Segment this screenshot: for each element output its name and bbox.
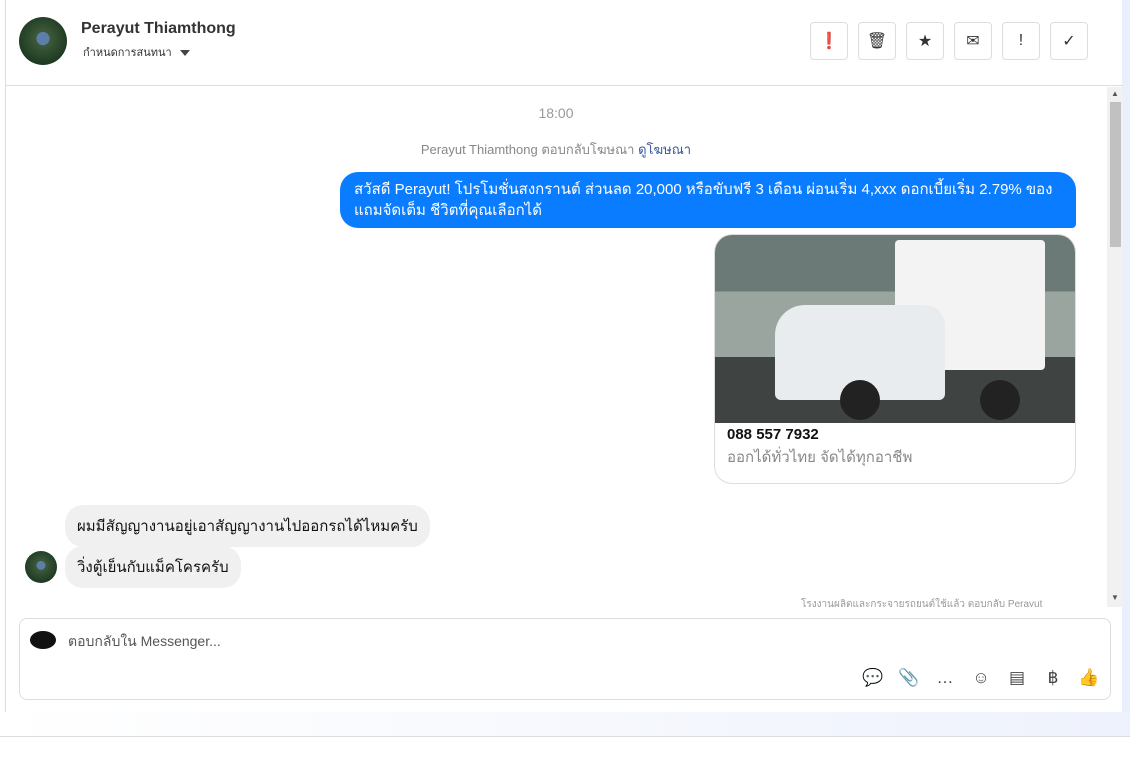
truck-image: [715, 235, 1075, 423]
incoming-message: วิ่งตู้เย็นกับแม็คโครครับ: [65, 546, 241, 588]
mail-button[interactable]: ✉: [954, 22, 992, 60]
conversation-panel: Perayut Thiamthong กำหนดการสนทนา ❗ 🗑 ★ ✉! ✓ …: [5, 0, 1123, 712]
message-thread: 18:00 Perayut Thiamthong ตอบกลับโฆษณา ดู…: [6, 87, 1123, 607]
chat-bubble-icon[interactable]: …: [934, 667, 956, 689]
attachment-icon[interactable]: 📎: [898, 667, 920, 689]
check-icon: ✓: [1062, 33, 1076, 50]
thumbs-up-icon[interactable]: 👍: [1078, 667, 1100, 689]
composer: 💬 📎 … ☺ ▤ ฿ 👍: [19, 618, 1111, 700]
spam-icon: ❗: [819, 33, 839, 50]
trash-button[interactable]: 🗑: [858, 22, 896, 60]
mail-icon: ✉: [966, 33, 980, 50]
star-icon: ★: [917, 33, 933, 50]
ad-reply-notice: Perayut Thiamthong ตอบกลับโฆษณา ดูโฆษณา: [6, 139, 1106, 160]
catalog-icon[interactable]: ▤: [1006, 667, 1028, 689]
card-phone: 088 557 7932: [727, 426, 819, 443]
spam-button[interactable]: ❗: [810, 22, 848, 60]
important-icon: !: [1018, 32, 1024, 49]
saved-reply-icon[interactable]: 💬: [862, 667, 884, 689]
toolbar: ❗ 🗑 ★ ✉! ✓: [810, 22, 1088, 60]
check-button[interactable]: ✓: [1050, 22, 1088, 60]
page-logo: [30, 631, 56, 649]
message-input[interactable]: [68, 633, 768, 649]
scroll-up-icon[interactable]: ▲: [1111, 89, 1119, 98]
outgoing-message: สวัสดี Perayut! โปรโมชั่นสงกรานต์ ส่วนลด…: [340, 172, 1076, 228]
view-ad-link[interactable]: ดูโฆษณา: [638, 142, 691, 157]
baht-icon[interactable]: ฿: [1042, 667, 1064, 689]
scrollbar-thumb[interactable]: [1110, 102, 1121, 247]
conversation-header: Perayut Thiamthong กำหนดการสนทนา ❗ 🗑 ★ ✉! ✓: [6, 0, 1123, 86]
caret-down-icon: [179, 50, 190, 57]
trash-icon: 🗑: [866, 33, 888, 50]
composer-actions: 💬 📎 … ☺ ▤ ฿ 👍: [862, 667, 1100, 689]
timestamp: 18:00: [538, 105, 574, 121]
important-button[interactable]: !: [1002, 22, 1040, 60]
background: [1122, 0, 1130, 736]
star-button[interactable]: ★: [906, 22, 944, 60]
contact-name[interactable]: Perayut Thiamthong: [81, 20, 236, 38]
ad-reply-text: Perayut Thiamthong ตอบกลับโฆษณา: [420, 142, 635, 157]
avatar: [25, 551, 57, 583]
subtitle: กำหนดการสนทนา: [83, 47, 172, 59]
conversation-settings-dropdown[interactable]: กำหนดการสนทนา: [83, 43, 190, 61]
divider: [0, 736, 1130, 737]
background: [0, 712, 1130, 736]
scroll-down-icon[interactable]: ▼: [1111, 593, 1119, 602]
incoming-message: ผมมีสัญญางานอยู่เอาสัญญางานไปออกรถได้ไหม…: [65, 505, 430, 547]
ad-card[interactable]: 088 557 7932 ออกได้ทั่วไทย จัดได้ทุกอาชี…: [714, 234, 1076, 484]
reply-footnote: โรงงานผลิตและกระจายรถยนต์ใช้แล้ว ตอบกลับ…: [801, 599, 1043, 607]
scrollbar[interactable]: ▲ ▼: [1107, 87, 1123, 607]
avatar[interactable]: [19, 17, 67, 65]
card-description: ออกได้ทั่วไทย จัดได้ทุกอาชีพ: [727, 449, 913, 466]
emoji-icon[interactable]: ☺: [970, 667, 992, 689]
